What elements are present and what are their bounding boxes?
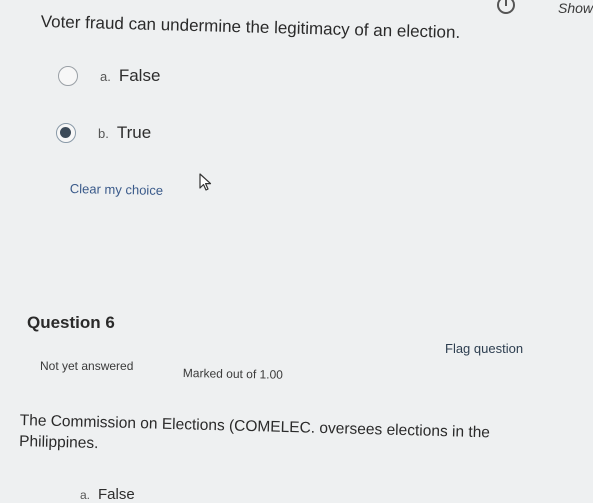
flag-question-link[interactable]: Flag question	[445, 341, 523, 356]
option-letter: a.	[80, 487, 91, 502]
radio-button[interactable]	[58, 66, 78, 86]
option-letter: a.	[100, 68, 111, 84]
question-title: Question 6	[27, 313, 115, 332]
radio-button-selected[interactable]	[56, 123, 76, 143]
option-a[interactable]: a. False	[60, 486, 135, 503]
answer-status: Not yet answered	[40, 359, 134, 373]
option-letter: b.	[98, 125, 109, 141]
marked-out-of: Marked out of 1.00	[182, 366, 284, 382]
power-icon	[497, 0, 515, 14]
option-label: True	[116, 123, 152, 142]
question-text: Voter fraud can undermine the legitimacy…	[40, 12, 461, 42]
clear-choice-link[interactable]: Clear my choice	[70, 181, 163, 198]
option-b[interactable]: b. True	[56, 123, 151, 143]
show-link[interactable]: Show	[558, 0, 593, 16]
question-text: The Commission on Elections (COMELEC. ov…	[18, 411, 491, 453]
option-label: False	[118, 66, 161, 85]
mouse-cursor-icon	[199, 173, 212, 191]
option-label: False	[98, 486, 135, 503]
option-a[interactable]: a. False	[58, 66, 160, 86]
